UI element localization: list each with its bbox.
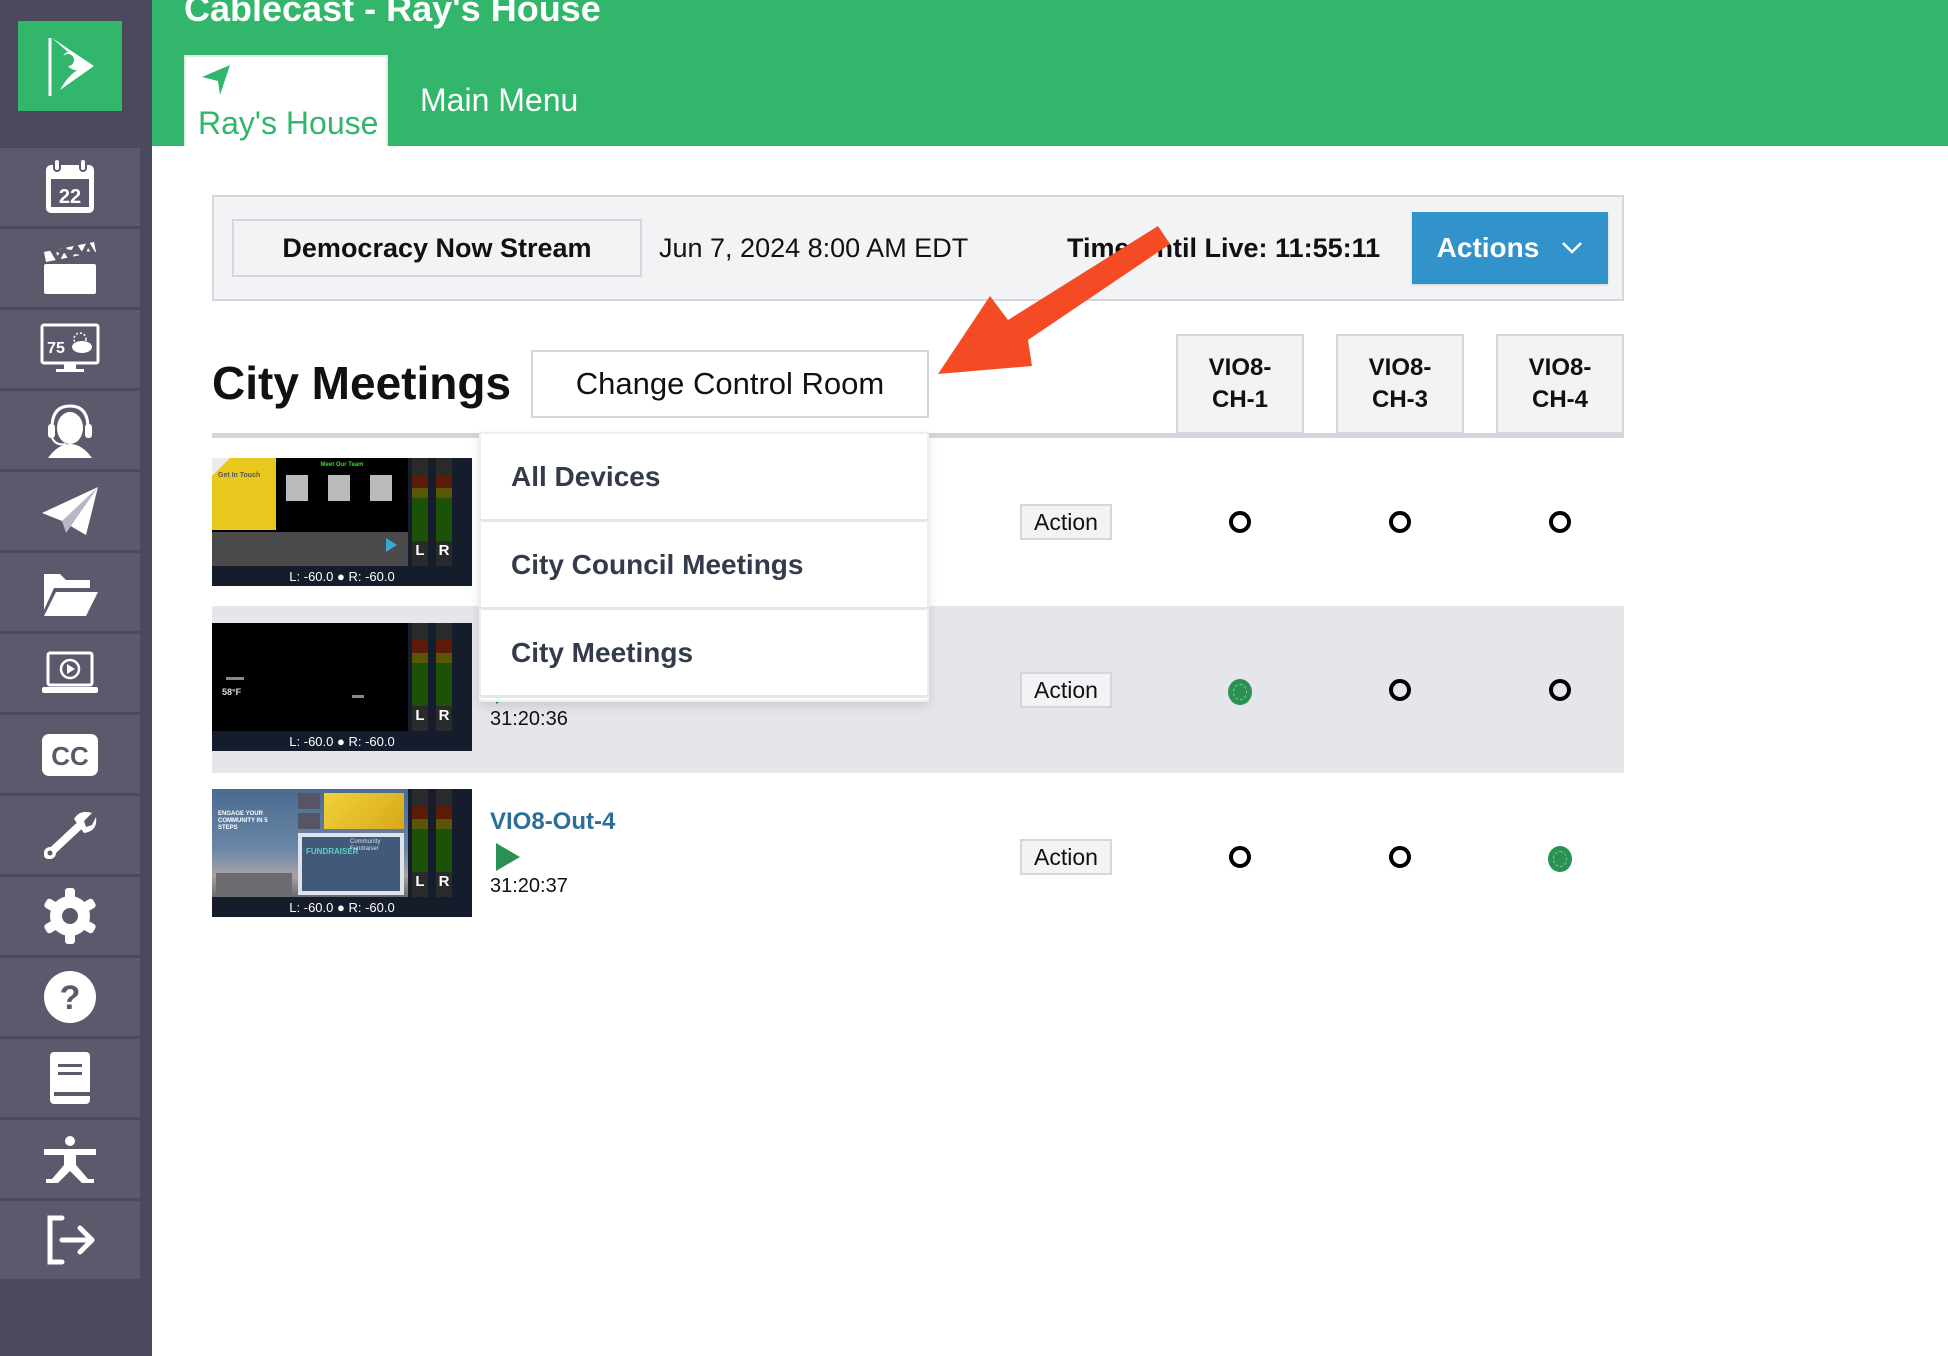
- sidebar-item-vod[interactable]: [0, 634, 140, 715]
- dropdown-item-city-meetings[interactable]: City Meetings: [481, 610, 927, 698]
- top-header: Cablecast - Ray's House Ray's House Main…: [152, 0, 1948, 146]
- dropdown-item-city-council-meetings[interactable]: City Council Meetings: [481, 522, 927, 610]
- route-radio-ch3[interactable]: [1389, 511, 1411, 533]
- route-radio-ch1[interactable]: [1229, 511, 1251, 533]
- audio-meter-right: R: [436, 789, 452, 897]
- svg-text:75: 75: [47, 340, 65, 357]
- table-row: ENGAGE YOUR COMMUNITY IN 5 STEPS FUNDRAI…: [212, 773, 1624, 940]
- laptop-play-icon: [42, 651, 98, 693]
- output-timecode: 31:20:36: [490, 708, 568, 730]
- route-radio-ch4[interactable]: [1549, 679, 1571, 701]
- actions-dropdown-button[interactable]: Actions: [1412, 212, 1608, 284]
- sidebar-item-captions[interactable]: CC: [0, 715, 140, 796]
- time-until-live: Time Until Live: 11:55:11: [1067, 233, 1381, 263]
- sidebar-item-shows[interactable]: [0, 229, 140, 310]
- sidebar-menu: 22 75 CC ?: [0, 148, 140, 1282]
- preview-screen: 58°F: [212, 623, 408, 731]
- sidebar-item-help[interactable]: ?: [0, 958, 140, 1039]
- column-header-ch1: VIO8- CH-1: [1176, 334, 1304, 434]
- preview-screen: Get In Touch Meet Our Team: [212, 458, 408, 566]
- route-radio-ch1[interactable]: [1229, 846, 1251, 868]
- control-room-title: City Meetings: [212, 357, 512, 409]
- thumb-get-in-touch: Get In Touch: [218, 472, 261, 479]
- audio-meter-left: L: [412, 623, 428, 731]
- row-action-button[interactable]: Action: [1020, 839, 1112, 875]
- closed-captions-icon: CC: [42, 734, 98, 776]
- row-action-button[interactable]: Action: [1020, 504, 1112, 540]
- stream-datetime: Jun 7, 2024 8:00 AM EDT: [659, 233, 969, 263]
- thumb-card-title: Community Fundraiser: [350, 839, 381, 852]
- dropdown-item-more[interactable]: [481, 698, 927, 700]
- control-room-dropdown: All Devices City Council Meetings City M…: [479, 432, 929, 702]
- weather-display-icon: 75: [40, 323, 100, 372]
- dropdown-item-all-devices[interactable]: All Devices: [481, 434, 927, 522]
- column-header-ch3: VIO8- CH-3: [1336, 334, 1464, 434]
- gear-icon: [44, 888, 96, 944]
- help-icon: ?: [44, 971, 96, 1023]
- stream-name-button[interactable]: Democracy Now Stream: [232, 219, 642, 277]
- column-header-ch4: VIO8- CH-4: [1496, 334, 1624, 434]
- paper-plane-icon: [42, 487, 98, 535]
- preview-thumbnail[interactable]: 58°F L R L: -60.0 ● R: -60.0: [212, 623, 472, 751]
- audio-levels: L: -60.0 ● R: -60.0: [289, 900, 395, 915]
- audio-meter-right: R: [436, 623, 452, 731]
- route-radio-ch4[interactable]: [1549, 511, 1571, 533]
- preview-screen: ENGAGE YOUR COMMUNITY IN 5 STEPS FUNDRAI…: [212, 789, 408, 897]
- svg-text:?: ?: [60, 979, 81, 1017]
- output-name-link[interactable]: VIO8-Out-4: [490, 808, 615, 836]
- actions-label: Actions: [1436, 232, 1540, 263]
- clapperboard-icon: [44, 239, 98, 294]
- sidebar-item-logout[interactable]: [0, 1201, 140, 1282]
- route-radio-ch1[interactable]: [1228, 679, 1252, 705]
- calendar-icon: 22: [46, 158, 94, 213]
- audio-levels: L: -60.0 ● R: -60.0: [289, 734, 395, 749]
- thumb-headline: ENGAGE YOUR COMMUNITY IN 5 STEPS: [218, 811, 268, 831]
- stream-bar: Democracy Now Stream Jun 7, 2024 8:00 AM…: [212, 195, 1624, 301]
- cablecast-logo-icon: [48, 38, 94, 96]
- wrench-icon: [44, 811, 97, 859]
- output-timecode: 31:20:37: [490, 875, 568, 897]
- route-radio-ch4[interactable]: [1548, 846, 1572, 872]
- svg-text:22: 22: [59, 186, 81, 208]
- location-arrow-icon: [202, 65, 230, 95]
- change-control-room-button[interactable]: Change Control Room: [531, 350, 929, 418]
- route-radio-ch3[interactable]: [1389, 679, 1411, 701]
- sidebar-item-publish[interactable]: [0, 472, 140, 553]
- headset-support-icon: [48, 404, 92, 458]
- tab-main-menu[interactable]: Main Menu: [420, 82, 578, 119]
- audio-levels: L: -60.0 ● R: -60.0: [289, 569, 395, 584]
- folder-open-icon: [44, 574, 98, 616]
- route-radio-ch3[interactable]: [1389, 846, 1411, 868]
- sidebar-item-tools[interactable]: [0, 796, 140, 877]
- audio-meter-left: L: [412, 789, 428, 897]
- yoga-pose-icon: [44, 1136, 96, 1183]
- audio-meter-left: L: [412, 458, 428, 566]
- cablecast-logo[interactable]: [18, 21, 122, 111]
- svg-text:CC: CC: [51, 741, 89, 771]
- sidebar-item-files[interactable]: [0, 553, 140, 634]
- book-icon: [50, 1052, 90, 1104]
- sign-out-icon: [47, 1215, 95, 1265]
- sidebar-item-support[interactable]: [0, 391, 140, 472]
- thumb-meet-team: Meet Our Team: [320, 462, 364, 468]
- chevron-down-icon: [1562, 242, 1583, 254]
- thumb-weather: 58°F: [222, 687, 242, 697]
- play-icon[interactable]: [496, 843, 520, 871]
- preview-thumbnail[interactable]: ENGAGE YOUR COMMUNITY IN 5 STEPS FUNDRAI…: [212, 789, 472, 917]
- tab-rays-house[interactable]: Ray's House: [184, 55, 388, 146]
- sidebar-item-docs[interactable]: [0, 1039, 140, 1120]
- sidebar-item-digital-signage[interactable]: 75: [0, 310, 140, 391]
- sidebar-item-wellness[interactable]: [0, 1120, 140, 1201]
- app-title: Cablecast - Ray's House: [184, 0, 601, 29]
- preview-thumbnail[interactable]: Get In Touch Meet Our Team L R L: -60.0 …: [212, 458, 472, 586]
- sidebar: 22 75 CC ?: [0, 0, 152, 1356]
- sidebar-item-settings[interactable]: [0, 877, 140, 958]
- tab-rays-house-label: Ray's House: [198, 105, 379, 141]
- sidebar-item-schedule[interactable]: 22: [0, 148, 140, 229]
- audio-meter-right: R: [436, 458, 452, 566]
- row-action-button[interactable]: Action: [1020, 672, 1112, 708]
